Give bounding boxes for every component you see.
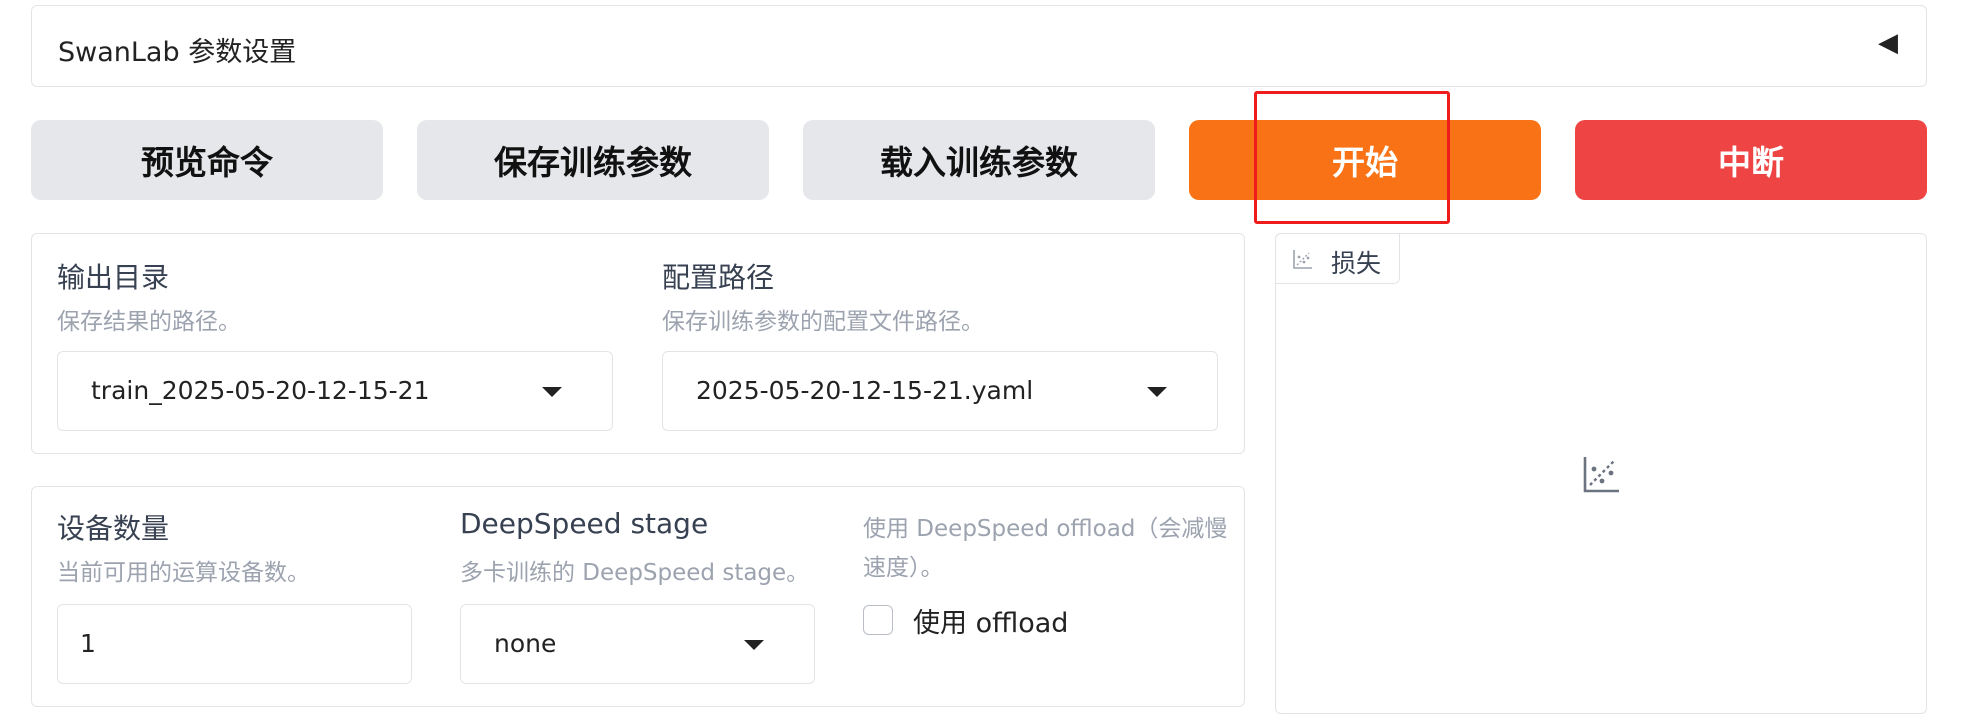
offload-checkbox[interactable] xyxy=(863,605,893,635)
preview-command-button[interactable]: 预览命令 xyxy=(31,120,383,200)
loss-tab: 损失 xyxy=(1275,233,1400,284)
device-count-input[interactable]: 1 xyxy=(57,604,412,684)
output-dir-value: train_2025-05-20-12-15-21 xyxy=(91,376,430,405)
empty-chart-icon xyxy=(1583,457,1619,493)
loss-tab-label: 损失 xyxy=(1331,249,1382,278)
loss-plot-panel: 损失 xyxy=(1275,233,1927,714)
ds-offload-label-line2: 速度）。 xyxy=(863,555,944,581)
load-args-button[interactable]: 载入训练参数 xyxy=(803,120,1155,200)
output-config-panel: 输出目录 保存结果的路径。 train_2025-05-20-12-15-21 … xyxy=(31,233,1245,454)
config-path-dropdown[interactable]: 2025-05-20-12-15-21.yaml xyxy=(662,351,1218,431)
output-dir-info: 保存结果的路径。 xyxy=(57,309,241,335)
dropdown-caret-icon xyxy=(1147,387,1167,397)
save-args-button[interactable]: 保存训练参数 xyxy=(417,120,769,200)
config-path-info: 保存训练参数的配置文件路径。 xyxy=(662,309,984,335)
device-count-label: 设备数量 xyxy=(57,512,170,545)
chart-icon xyxy=(1293,250,1312,269)
device-count-info: 当前可用的运算设备数。 xyxy=(57,560,310,586)
ds-stage-label: DeepSpeed stage xyxy=(460,507,709,540)
ds-stage-info: 多卡训练的 DeepSpeed stage。 xyxy=(460,560,810,586)
accordion-title: SwanLab 参数设置 xyxy=(58,37,297,68)
offload-checkbox-label[interactable]: 使用 offload xyxy=(913,601,1068,640)
collapse-arrow-icon[interactable]: ◀ xyxy=(1878,28,1898,58)
abort-button[interactable]: 中断 xyxy=(1575,120,1927,200)
swanlab-settings-accordion[interactable]: SwanLab 参数设置 ◀ xyxy=(31,5,1927,87)
dropdown-caret-icon xyxy=(744,640,764,650)
output-dir-dropdown[interactable]: train_2025-05-20-12-15-21 xyxy=(57,351,613,431)
device-count-value: 1 xyxy=(80,629,96,658)
config-path-value: 2025-05-20-12-15-21.yaml xyxy=(696,376,1034,405)
output-dir-label: 输出目录 xyxy=(57,261,170,294)
config-path-label: 配置路径 xyxy=(662,261,775,294)
ds-offload-label-line1: 使用 DeepSpeed offload（会减慢 xyxy=(863,516,1228,542)
dropdown-caret-icon xyxy=(542,387,562,397)
ds-stage-value: none xyxy=(494,629,557,658)
ds-stage-dropdown[interactable]: none xyxy=(460,604,815,684)
start-button[interactable]: 开始 xyxy=(1189,120,1541,200)
device-deepspeed-panel: 设备数量 当前可用的运算设备数。 1 DeepSpeed stage 多卡训练的… xyxy=(31,486,1245,707)
